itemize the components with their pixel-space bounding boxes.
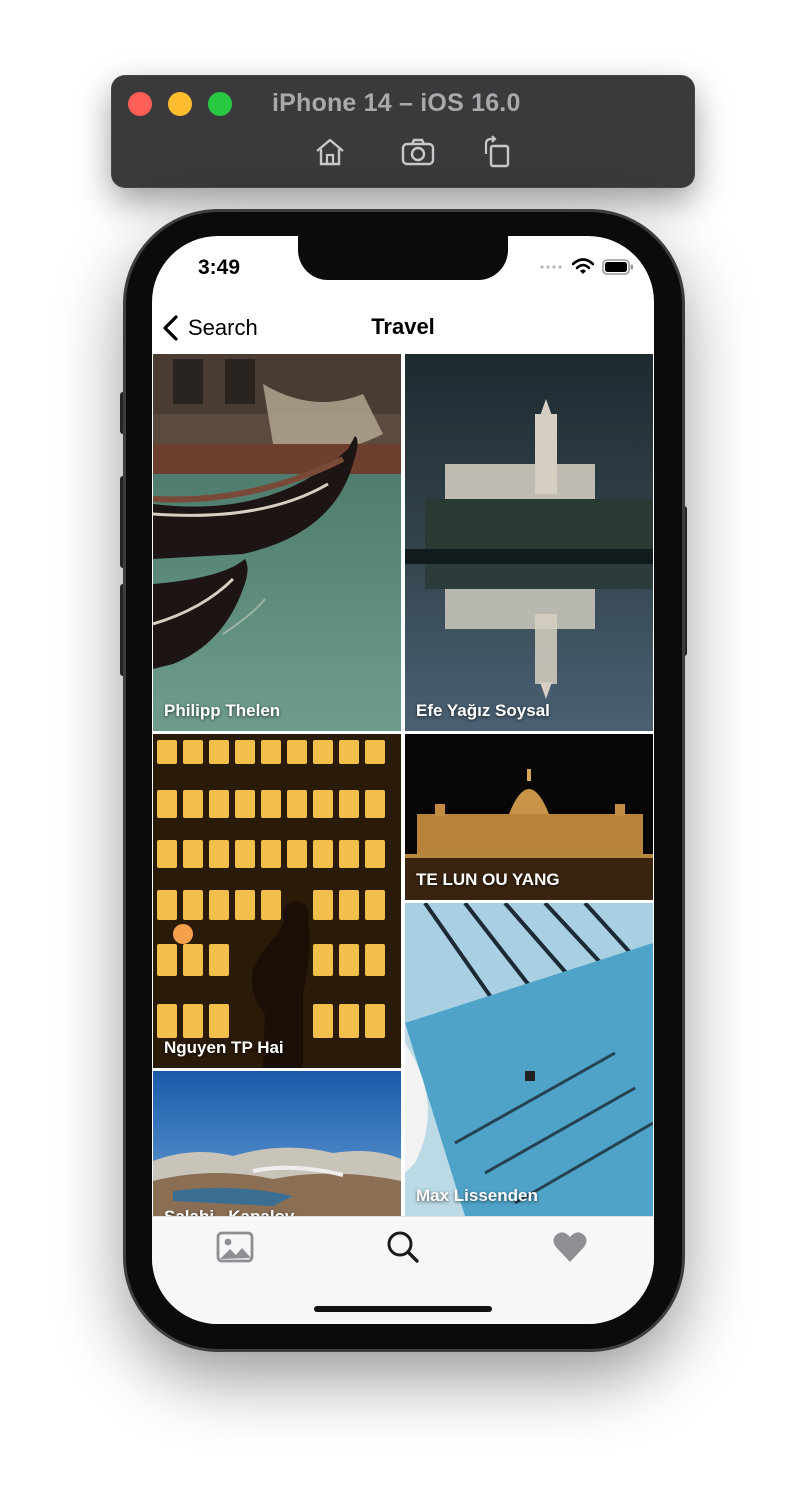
photo-author: Max Lissenden (416, 1186, 538, 1205)
status-time: 3:49 (198, 256, 241, 279)
photo-tile[interactable]: Nguyen TP Hai (153, 734, 401, 1068)
page-title: Travel (371, 314, 435, 339)
tab-search[interactable] (378, 1225, 428, 1269)
heart-icon (553, 1232, 587, 1262)
screenshot-button[interactable] (400, 134, 436, 170)
photo-tile[interactable]: Salahi...Kapalov (153, 1071, 401, 1216)
reflected-palace-photo (405, 354, 653, 731)
screenshot-icon (401, 138, 435, 166)
photo-tile[interactable]: Efe Yağız Soysal (405, 354, 653, 731)
photo-author: TE LUN OU YANG (416, 870, 560, 889)
photo-author: Salahi...Kapalov (164, 1207, 294, 1216)
home-indicator (314, 1306, 492, 1312)
photo-tile[interactable]: Philipp Thelen (153, 354, 401, 731)
device-screen: 3:49 Search Travel Philipp Thelen Efe Ya… (152, 236, 654, 1324)
gondolas-photo (153, 354, 401, 731)
navigation-bar: Search Travel (152, 302, 654, 354)
tab-photos[interactable] (210, 1225, 260, 1269)
photo-icon (216, 1231, 254, 1263)
rotate-icon (484, 135, 510, 168)
status-indicators (540, 258, 634, 275)
photo-author: Efe Yağız Soysal (416, 701, 550, 720)
wifi-icon (572, 258, 594, 274)
rotate-button[interactable] (478, 134, 514, 170)
photo-grid: Philipp Thelen Efe Yağız Soysal Nguyen T… (152, 354, 654, 1216)
battery-icon (602, 258, 633, 275)
home-button[interactable] (312, 134, 348, 170)
home-icon (316, 138, 344, 166)
close-window-button[interactable] (128, 92, 152, 116)
mountains-photo (153, 1071, 401, 1216)
photo-author: Philipp Thelen (164, 701, 281, 720)
search-icon (387, 1231, 419, 1263)
photo-tile[interactable]: Max Lissenden (405, 903, 653, 1216)
pool-aerial-photo (405, 903, 653, 1216)
minimize-window-button[interactable] (168, 92, 192, 116)
lanterns-photo (153, 734, 401, 1068)
photo-tile[interactable]: TE LUN OU YANG (405, 734, 653, 900)
notch (298, 236, 508, 280)
zoom-window-button[interactable] (208, 92, 232, 116)
simulator-title: iPhone 14 – iOS 16.0 (272, 89, 521, 117)
photo-author: Nguyen TP Hai (164, 1038, 284, 1057)
tab-favorites[interactable] (545, 1225, 595, 1269)
cellular-signal-icon (540, 264, 562, 269)
